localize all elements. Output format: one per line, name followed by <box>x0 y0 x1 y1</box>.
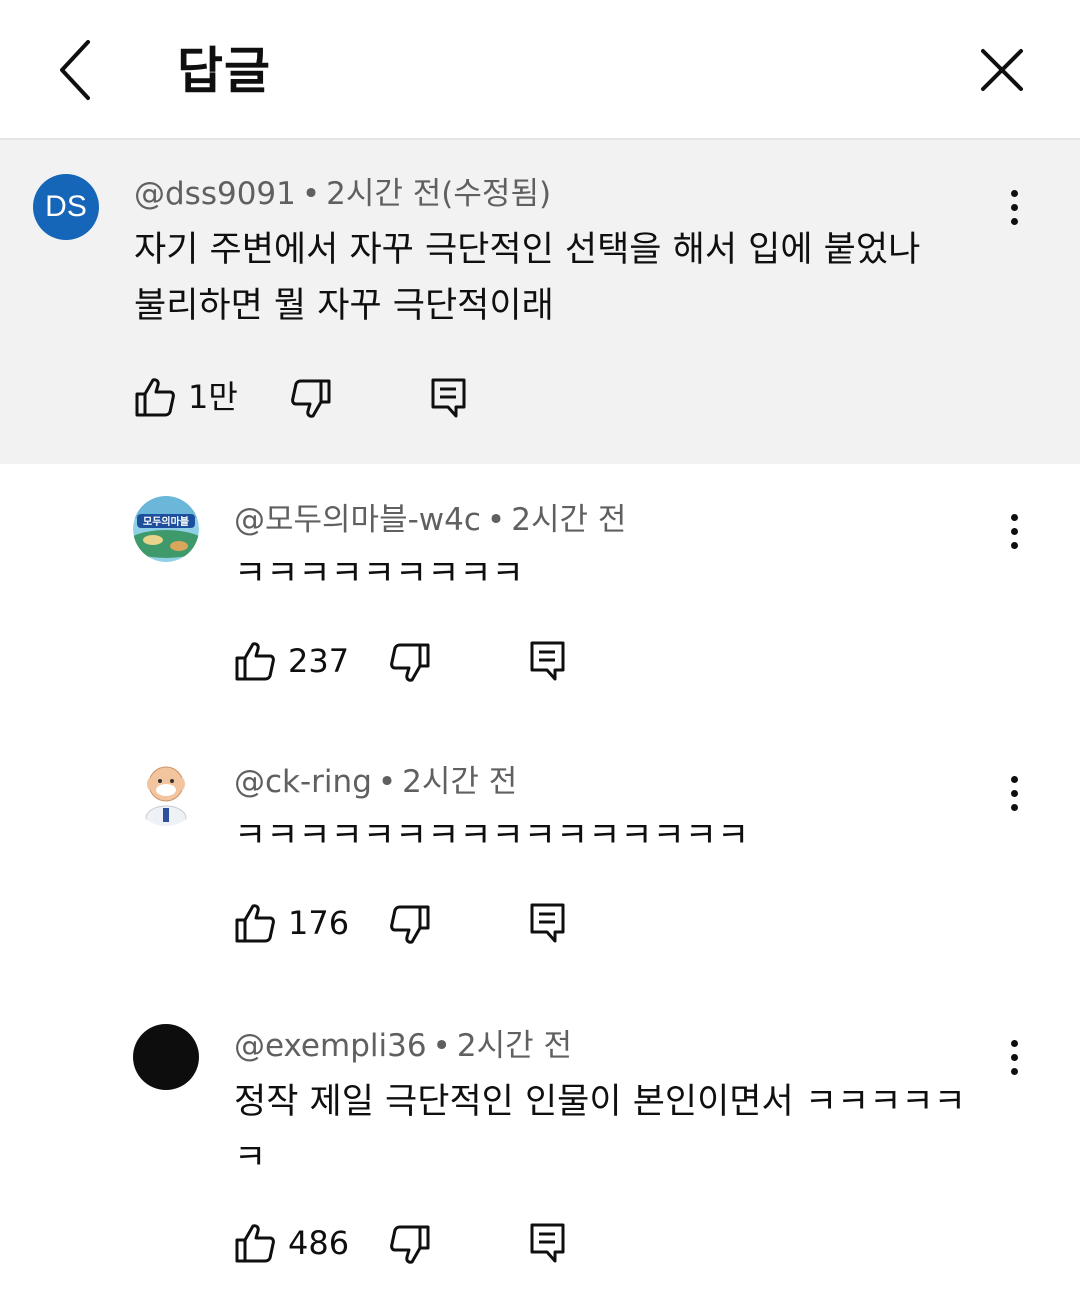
reply-comment: @exempli36 • 2시간 전 정작 제일 극단적인 인물이 본인이면서 ㅋㅋ… <box>0 990 1080 1306</box>
thumb-down-icon <box>390 905 430 944</box>
thumb-down-icon <box>291 379 331 418</box>
thumb-down-icon <box>390 1225 430 1264</box>
more-vert-icon-dot <box>1010 1053 1018 1061</box>
like-count: 486 <box>288 1224 350 1262</box>
avatar[interactable] <box>133 760 199 826</box>
comment-author[interactable]: @exempli36 <box>234 1028 427 1064</box>
more-options-button[interactable] <box>999 768 1029 818</box>
close-button[interactable] <box>972 40 1032 100</box>
comment-text-line: ㅋㅋㅋㅋㅋㅋㅋㅋㅋ <box>234 554 524 594</box>
more-vert-icon-dot <box>1010 789 1018 797</box>
comment-text-line: 정작 제일 극단적인 인물이 본인이면서 ㅋㅋㅋㅋㅋ <box>234 1082 966 1122</box>
more-options-button[interactable] <box>999 182 1029 232</box>
more-vert-icon <box>1010 189 1018 197</box>
like-button[interactable] <box>234 902 276 944</box>
comment-text-line: ㅋㅋㅋㅋㅋㅋㅋㅋㅋㅋㅋㅋㅋㅋㅋㅋ <box>234 816 750 856</box>
game-logo-avatar-image: 모두의마블 <box>133 496 199 562</box>
avatar-logo-text: 모두의마블 <box>143 515 189 528</box>
reply-icon <box>530 903 565 943</box>
avatar[interactable]: DS <box>33 174 99 240</box>
comment-meta: @모두의마블-w4c • 2시간 전 <box>234 500 626 540</box>
comment-text-line: ㅋ <box>234 1138 267 1178</box>
thumb-up-icon <box>135 378 175 417</box>
separator-dot: • <box>377 764 397 800</box>
comment-text-line: 불리하면 뭘 자꾸 극단적이래 <box>134 286 554 326</box>
reply-button[interactable] <box>529 1222 567 1264</box>
more-vert-icon-dot <box>1010 803 1018 811</box>
avatar[interactable] <box>133 1024 199 1090</box>
comment-meta: @ck-ring • 2시간 전 <box>234 762 517 802</box>
more-vert-icon-dot <box>1010 527 1018 535</box>
more-vert-icon-dot <box>1010 1067 1018 1075</box>
comment-meta: @dss9091 • 2시간 전(수정됨) <box>134 174 551 214</box>
thumb-up-icon <box>235 1224 275 1263</box>
dislike-button[interactable] <box>389 642 431 684</box>
thumb-up-icon <box>235 642 275 681</box>
dislike-button[interactable] <box>389 1224 431 1266</box>
reply-comment: 모두의마블 @모두의마블-w4c • 2시간 전 ㅋㅋㅋㅋㅋㅋㅋㅋㅋ 237 <box>0 464 1080 726</box>
comment-time: 2시간 전 <box>402 764 518 800</box>
comment-author[interactable]: @ck-ring <box>234 764 372 800</box>
chevron-left-icon <box>60 40 90 100</box>
more-options-button[interactable] <box>999 506 1029 556</box>
like-button[interactable] <box>234 640 276 682</box>
dislike-button[interactable] <box>389 904 431 946</box>
back-button[interactable] <box>50 34 110 106</box>
more-vert-icon <box>1010 775 1018 783</box>
avatar[interactable]: 모두의마블 <box>133 496 199 562</box>
reply-icon <box>530 1223 565 1263</box>
comment-time: 2시간 전 <box>456 1028 572 1064</box>
more-vert-icon <box>1010 1039 1018 1047</box>
like-button[interactable] <box>234 1222 276 1264</box>
like-count: 237 <box>288 642 350 680</box>
like-button[interactable] <box>134 376 176 418</box>
separator-dot: • <box>486 502 506 538</box>
separator-dot: • <box>301 176 321 212</box>
page-title: 답글 <box>177 42 271 100</box>
more-vert-icon-dot <box>1010 217 1018 225</box>
like-count: 176 <box>288 904 350 942</box>
more-vert-icon <box>1010 513 1018 521</box>
reply-icon <box>431 378 466 418</box>
reply-icon <box>530 641 565 681</box>
separator-dot: • <box>432 1028 451 1064</box>
reply-button[interactable] <box>529 902 567 944</box>
more-options-button[interactable] <box>999 1032 1029 1082</box>
dislike-button[interactable] <box>290 378 332 420</box>
comment-author[interactable]: @dss9091 <box>134 176 296 212</box>
comment-text-line: 자기 주변에서 자꾸 극단적인 선택을 해서 입에 붙었나 <box>134 230 921 270</box>
reply-button[interactable] <box>430 377 468 419</box>
comment-time: 2시간 전 <box>511 502 627 538</box>
reply-comment: @ck-ring • 2시간 전 ㅋㅋㅋㅋㅋㅋㅋㅋㅋㅋㅋㅋㅋㅋㅋㅋ 176 <box>0 726 1080 990</box>
close-icon <box>981 49 1023 91</box>
parent-comment: DS @dss9091 • 2시간 전(수정됨) 자기 주변에서 자꾸 극단적인 선… <box>0 140 1080 464</box>
more-vert-icon-dot <box>1010 203 1018 211</box>
reply-button[interactable] <box>529 640 567 682</box>
like-count: 1만 <box>188 378 238 416</box>
comment-author[interactable]: @모두의마블-w4c <box>234 502 481 538</box>
comment-meta: @exempli36 • 2시간 전 <box>234 1026 572 1066</box>
comment-time: 2시간 전(수정됨) <box>326 176 552 212</box>
more-vert-icon-dot <box>1010 541 1018 549</box>
cartoon-character-avatar-image <box>133 760 199 826</box>
thumb-down-icon <box>390 643 430 682</box>
thumb-up-icon <box>235 904 275 943</box>
header-bar: 답글 <box>0 0 1080 140</box>
